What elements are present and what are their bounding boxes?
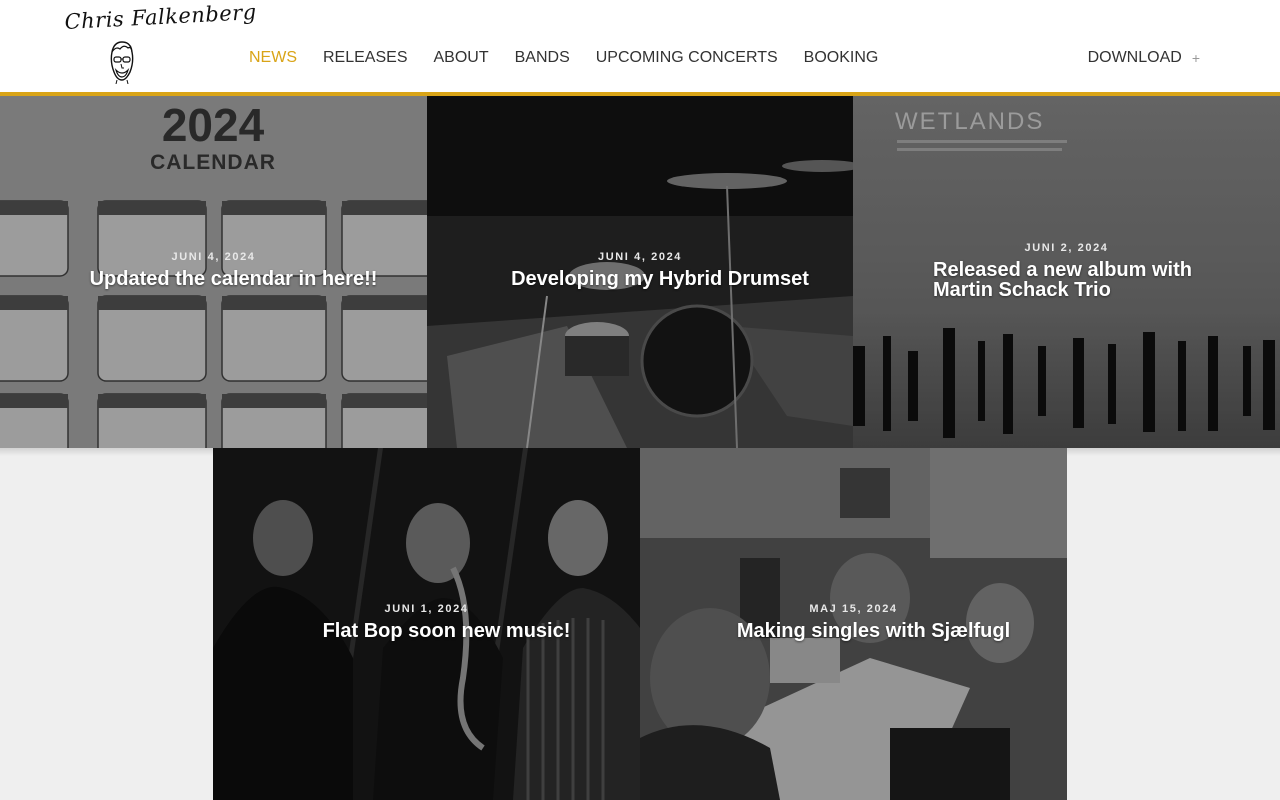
post-caption: MAJ 15, 2024 Making singles with Sjælfug…: [720, 602, 1010, 641]
main-nav: NEWS RELEASES ABOUT BANDS UPCOMING CONCE…: [236, 46, 891, 70]
post-date: MAJ 15, 2024: [809, 603, 898, 615]
post-caption: JUNI 2, 2024 Released a new album with M…: [933, 241, 1200, 300]
site-logo[interactable]: Chris Falkenberg: [64, 0, 257, 86]
post-title[interactable]: Updated the calendar in here!!: [40, 269, 427, 289]
nav-releases[interactable]: RELEASES: [323, 46, 407, 70]
post-tile-drumset[interactable]: JUNI 4, 2024 Developing my Hybrid Drumse…: [427, 96, 853, 448]
post-date: JUNI 1, 2024: [384, 603, 469, 615]
post-caption: JUNI 4, 2024 Developing my Hybrid Drumse…: [473, 250, 809, 289]
post-date: JUNI 2, 2024: [1024, 242, 1109, 254]
post-date: JUNI 4, 2024: [597, 251, 683, 263]
post-tile-wetlands[interactable]: WETLANDS JUNI 2, 2024 Released a new alb…: [853, 96, 1280, 448]
post-title[interactable]: Flat Bop soon new music!: [293, 621, 600, 641]
post-tile-sjaelfugl[interactable]: MAJ 15, 2024 Making singles with Sjælfug…: [640, 448, 1067, 800]
post-tile-flat-bop[interactable]: JUNI 1, 2024 Flat Bop soon new music!: [213, 448, 640, 800]
nav-booking[interactable]: BOOKING: [804, 46, 879, 70]
post-caption: JUNI 4, 2024 Updated the calendar in her…: [80, 250, 378, 289]
post-title[interactable]: Making singles with Sjælfugl: [720, 621, 1027, 641]
nav-bands[interactable]: BANDS: [515, 46, 570, 70]
post-tile-calendar[interactable]: 2024 CALENDAR JUNI 4, 2024 Updated the c…: [0, 96, 427, 448]
post-title[interactable]: Developing my Hybrid Drumset: [473, 269, 847, 289]
site-header: Chris Falkenberg NEWS RELEASES ABOUT BAN…: [0, 0, 1280, 92]
download-menu[interactable]: DOWNLOAD +: [1088, 46, 1200, 70]
download-label: DOWNLOAD: [1087, 49, 1182, 66]
nav-news[interactable]: NEWS: [249, 46, 297, 70]
post-caption: JUNI 1, 2024 Flat Bop soon new music!: [293, 602, 571, 641]
logo-signature: Chris Falkenberg: [64, 0, 258, 34]
post-date: JUNI 4, 2024: [171, 251, 256, 263]
post-title[interactable]: Released a new album with Martin Schack …: [933, 260, 1200, 300]
nav-about[interactable]: ABOUT: [433, 46, 488, 70]
nav-upcoming-concerts[interactable]: UPCOMING CONCERTS: [596, 46, 778, 70]
plus-icon[interactable]: +: [1192, 46, 1200, 70]
portrait-sketch-icon: [110, 41, 134, 84]
